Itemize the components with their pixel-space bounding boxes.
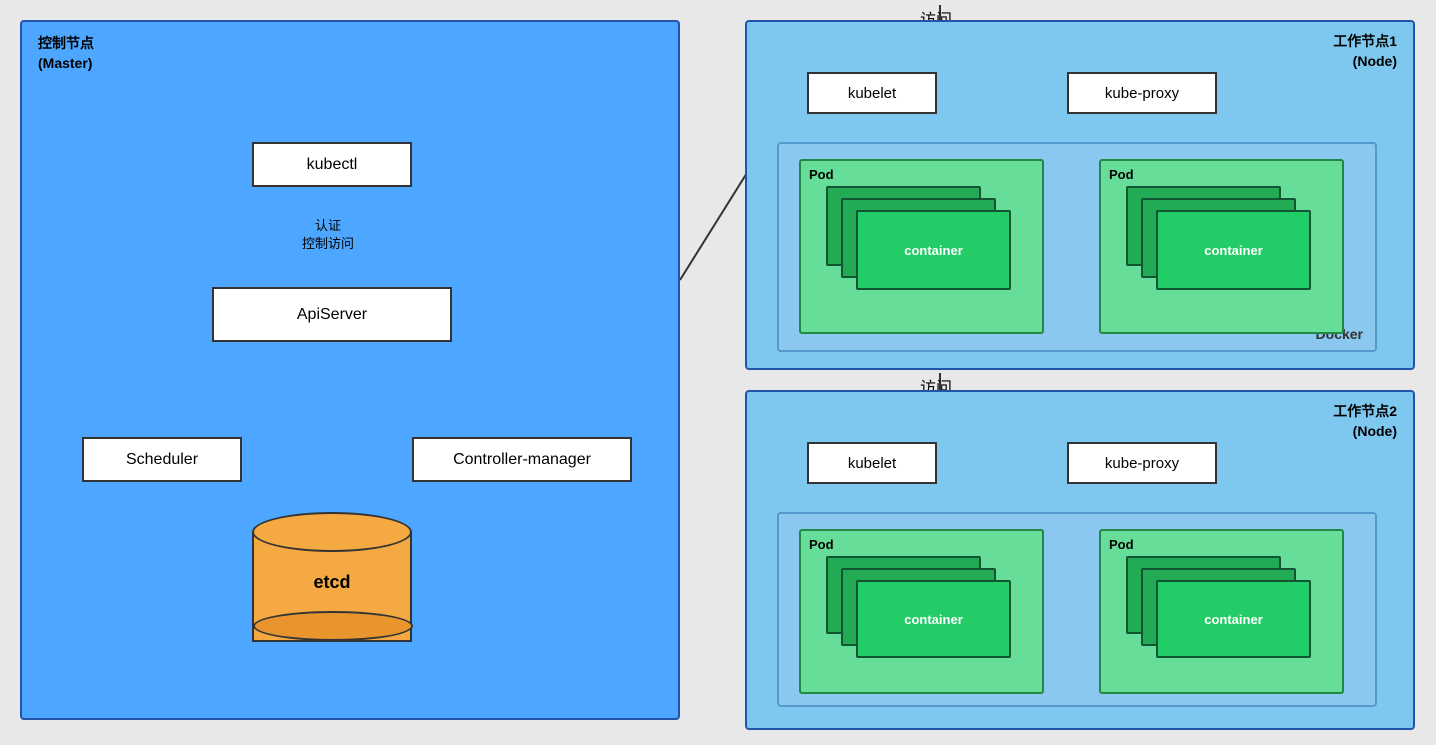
worker2-container1: container: [856, 580, 1011, 658]
worker-node-1: 工作节点1 (Node) kubelet kube-proxy Docker P…: [745, 20, 1415, 370]
kubectl-box: kubectl: [252, 142, 412, 187]
worker1-label: 工作节点1 (Node): [1333, 32, 1397, 71]
worker2-pod1: Pod container: [799, 529, 1044, 694]
etcd-top: [252, 512, 412, 552]
master-node: 控制节点 (Master) kubectl 认证控制访问 ApiServer S…: [20, 20, 680, 720]
worker1-kubelet-box: kubelet: [807, 72, 937, 114]
etcd-bottom-ellipse: [253, 611, 413, 641]
worker2-docker-area: Pod container Pod container: [777, 512, 1377, 707]
worker1-pod1-label: Pod: [809, 167, 834, 182]
etcd-container: etcd: [252, 512, 412, 662]
worker1-title2: (Node): [1353, 53, 1397, 69]
apiserver-label: ApiServer: [297, 306, 367, 324]
worker2-title1: 工作节点2: [1333, 403, 1397, 419]
worker1-kubeproxy-box: kube-proxy: [1067, 72, 1217, 114]
worker2-container2: container: [1156, 580, 1311, 658]
scheduler-label: Scheduler: [126, 451, 198, 469]
worker1-pod1: Pod container: [799, 159, 1044, 334]
worker1-docker-area: Docker Pod container Pod container: [777, 142, 1377, 352]
controller-box: Controller-manager: [412, 437, 632, 482]
worker1-pod2-stack: container: [1126, 186, 1316, 316]
auth-label: 认证控制访问: [302, 217, 354, 253]
worker2-pod1-stack: container: [826, 556, 1016, 681]
worker2-kubelet-label: kubelet: [848, 455, 896, 472]
worker2-pod2-stack: container: [1126, 556, 1316, 681]
worker2-pod2-label: Pod: [1109, 537, 1134, 552]
controller-label: Controller-manager: [453, 451, 591, 469]
worker1-container1: container: [856, 210, 1011, 290]
worker2-pod1-label: Pod: [809, 537, 834, 552]
worker1-pod2: Pod container: [1099, 159, 1344, 334]
master-title-line2: (Master): [38, 55, 92, 71]
worker1-kubelet-label: kubelet: [848, 85, 896, 102]
worker1-container2: container: [1156, 210, 1311, 290]
worker2-kubeproxy-label: kube-proxy: [1105, 455, 1179, 472]
worker2-label: 工作节点2 (Node): [1333, 402, 1397, 441]
worker1-pod1-stack: container: [826, 186, 1016, 316]
diagram-wrapper: 控制节点 (Master) kubectl 认证控制访问 ApiServer S…: [0, 0, 1436, 745]
master-label: 控制节点 (Master): [38, 34, 94, 73]
worker1-title1: 工作节点1: [1333, 33, 1397, 49]
kubectl-label: kubectl: [307, 156, 358, 174]
worker1-pod2-label: Pod: [1109, 167, 1134, 182]
worker2-kubeproxy-box: kube-proxy: [1067, 442, 1217, 484]
worker2-pod2: Pod container: [1099, 529, 1344, 694]
master-title-line1: 控制节点: [38, 35, 94, 51]
worker-node-2: 工作节点2 (Node) kubelet kube-proxy Pod cont…: [745, 390, 1415, 730]
apiserver-box: ApiServer: [212, 287, 452, 342]
worker2-kubelet-box: kubelet: [807, 442, 937, 484]
etcd-label: etcd: [252, 572, 412, 593]
worker1-kubeproxy-label: kube-proxy: [1105, 85, 1179, 102]
scheduler-box: Scheduler: [82, 437, 242, 482]
worker2-title2: (Node): [1353, 423, 1397, 439]
auth-text: 认证控制访问: [302, 218, 354, 251]
